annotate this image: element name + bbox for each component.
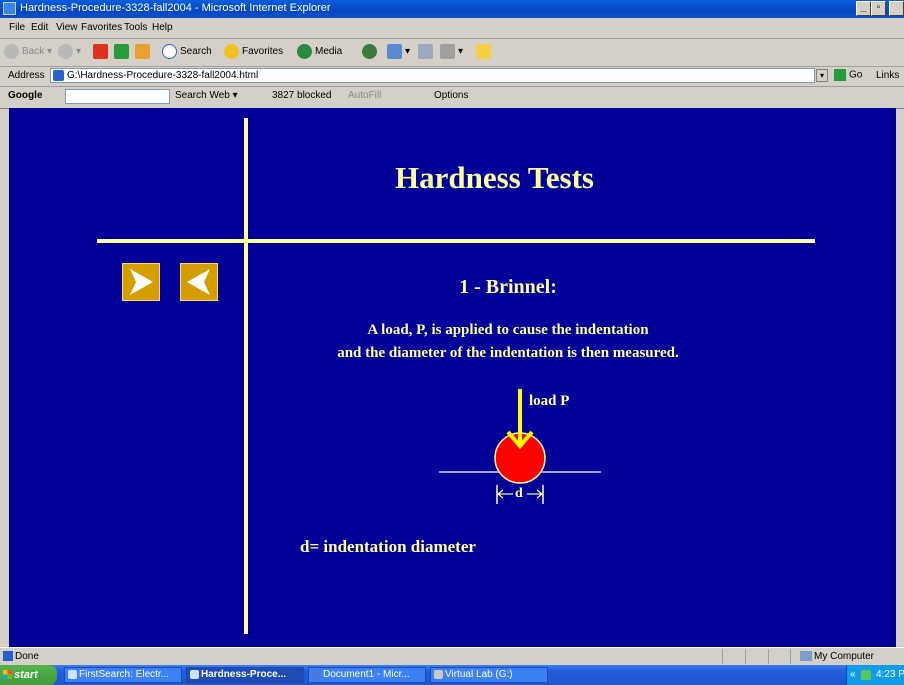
stop-button[interactable] [93, 44, 111, 59]
close-button[interactable] [889, 1, 904, 16]
word-icon [312, 670, 321, 679]
star-icon [224, 44, 239, 59]
menu-view[interactable]: View [56, 22, 78, 33]
links-button[interactable]: Links [876, 70, 899, 81]
stop-icon [93, 44, 108, 59]
edit-icon [440, 44, 455, 59]
address-dropdown-button[interactable]: ▾ [816, 69, 828, 82]
menu-tools[interactable]: Tools [124, 22, 147, 33]
options-button[interactable]: Options [434, 90, 468, 101]
status-text: Done [3, 651, 39, 662]
status-separator [722, 649, 723, 664]
ie-icon [190, 670, 199, 679]
previous-arrow-icon [187, 269, 210, 295]
media-icon [297, 44, 312, 59]
address-label: Address [8, 70, 45, 81]
taskbar: start FirstSearch: Electr... Hardness-Pr… [0, 665, 904, 685]
google-toolbar: Google Search Web ▾ 3827 blocked AutoFil… [0, 86, 904, 109]
window-title: Hardness-Procedure-3328-fall2004 - Micro… [20, 2, 331, 14]
taskbar-item-document1[interactable]: Document1 - Micr... [308, 667, 426, 683]
page-done-icon [3, 651, 13, 662]
windows-logo-icon [3, 670, 12, 679]
folder-icon [476, 44, 491, 59]
status-separator [768, 649, 769, 664]
computer-icon [800, 651, 812, 662]
address-input[interactable]: G:\Hardness-Procedure-3328-fall2004.html [50, 68, 815, 83]
system-tray: « 4:23 PM [846, 665, 904, 685]
horizontal-divider [97, 239, 815, 243]
favorites-button[interactable]: Favorites [224, 44, 283, 59]
autofill-button[interactable]: AutoFill [348, 90, 381, 101]
refresh-button[interactable] [114, 44, 132, 59]
slide-subtitle: 1 - Brinnel: [459, 276, 557, 298]
load-label: load P [529, 393, 570, 409]
menu-edit[interactable]: Edit [31, 22, 48, 33]
back-arrow-icon [4, 44, 19, 59]
menu-favorites[interactable]: Favorites [81, 22, 122, 33]
print-icon [418, 44, 433, 59]
taskbar-item-firstsearch[interactable]: FirstSearch: Electr... [64, 667, 182, 683]
menu-bar: File Edit View Favorites Tools Help [0, 18, 904, 39]
popup-blocked-counter[interactable]: 3827 blocked [272, 90, 332, 101]
google-logo[interactable]: Google [8, 90, 42, 101]
description-line-2: and the diameter of the indentation is t… [337, 345, 679, 361]
slide-title: Hardness Tests [395, 160, 594, 195]
next-slide-button[interactable] [122, 263, 160, 301]
search-button[interactable]: Search [162, 44, 212, 59]
go-button[interactable]: Go [834, 69, 862, 81]
previous-slide-button[interactable] [180, 263, 218, 301]
description-line-1: A load, P, is applied to cause the inden… [367, 322, 649, 338]
home-icon [135, 44, 150, 59]
print-button[interactable] [418, 44, 436, 59]
definition-text: d= indentation diameter [300, 537, 476, 556]
start-button[interactable]: start [0, 665, 57, 685]
go-arrow-icon [834, 69, 846, 81]
taskbar-item-hardness[interactable]: Hardness-Proce... [186, 667, 304, 683]
network-icon[interactable] [861, 670, 871, 680]
tray-expand-icon[interactable]: « [850, 665, 856, 685]
search-web-button[interactable]: Search Web ▾ [175, 90, 238, 101]
drive-icon [434, 670, 443, 679]
clock[interactable]: 4:23 PM [876, 665, 904, 685]
forward-arrow-icon [58, 44, 73, 59]
security-zone: My Computer [800, 651, 874, 662]
status-separator [745, 649, 746, 664]
back-button[interactable]: Back ▾ [4, 44, 52, 59]
page-icon [53, 70, 64, 81]
status-separator [790, 649, 791, 664]
taskbar-item-virtual-lab[interactable]: Virtual Lab (G:) [430, 667, 548, 683]
edit-button[interactable]: ▾ [440, 44, 463, 59]
history-button[interactable] [362, 44, 380, 59]
search-icon [162, 44, 177, 59]
refresh-icon [114, 44, 129, 59]
mail-button[interactable]: ▾ [387, 44, 410, 59]
home-button[interactable] [135, 44, 153, 59]
ie-icon [3, 2, 16, 15]
menu-help[interactable]: Help [152, 22, 173, 33]
standard-toolbar: Back ▾ ▾ Search Favorites Media ▾ ▾ [0, 39, 904, 67]
forward-button[interactable]: ▾ [58, 44, 81, 59]
maximize-button[interactable]: ▫ [871, 1, 886, 16]
folder-button[interactable] [476, 44, 494, 59]
menu-file[interactable]: File [9, 22, 25, 33]
vertical-divider [244, 118, 248, 634]
page-content: Hardness Tests 1 - Brinnel: A load, P, i… [9, 108, 896, 647]
minimize-button[interactable]: _ [856, 1, 871, 16]
mail-icon [387, 44, 402, 59]
media-button[interactable]: Media [297, 44, 342, 59]
title-bar: Hardness-Procedure-3328-fall2004 - Micro… [0, 0, 904, 18]
next-arrow-icon [130, 269, 153, 295]
address-bar: Address G:\Hardness-Procedure-3328-fall2… [0, 66, 904, 87]
ie-icon [68, 670, 77, 679]
history-icon [362, 44, 377, 59]
diameter-label: d [515, 486, 523, 501]
google-search-input[interactable] [65, 89, 170, 104]
status-bar: Done My Computer [0, 647, 904, 666]
